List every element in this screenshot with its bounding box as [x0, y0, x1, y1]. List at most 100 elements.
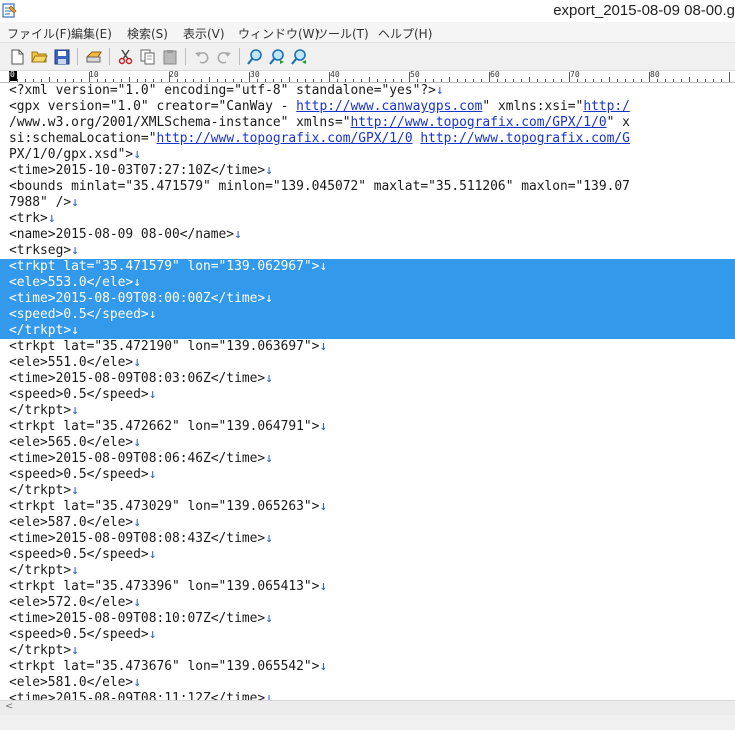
url-link[interactable]: http://www.topografix.com/GPX/1/0: [156, 131, 412, 146]
url-link[interactable]: http://www.topografix.com/GPX/1/0: [350, 115, 606, 130]
newline-marker-icon: ↓: [435, 83, 444, 98]
ruler-tick: [617, 79, 618, 82]
menu-tools[interactable]: ツール(T): [316, 25, 369, 42]
menu-window[interactable]: ウィンドウ(W): [238, 25, 319, 42]
ruler-tick: [601, 79, 602, 82]
ruler-tick: [633, 79, 634, 82]
paste-icon[interactable]: [160, 47, 179, 66]
menu-view[interactable]: 表示(V): [183, 25, 225, 42]
find-previous-icon[interactable]: [290, 47, 309, 66]
text-line[interactable]: <ele>565.0</ele>↓: [0, 435, 735, 451]
text-line[interactable]: <time>2015-08-09T08:03:06Z</time>↓: [0, 371, 735, 387]
text-line[interactable]: <trk>↓: [0, 211, 735, 227]
text-line[interactable]: <ele>551.0</ele>↓: [0, 355, 735, 371]
menu-help[interactable]: ヘルプ(H): [378, 25, 432, 42]
ruler-tick: [49, 77, 50, 82]
ruler-tick: [169, 72, 170, 82]
ruler-label: 80: [650, 70, 660, 79]
ruler-tick: [185, 79, 186, 82]
newline-marker-icon: ↓: [319, 659, 328, 674]
ruler-tick: [273, 79, 274, 82]
url-link[interactable]: http://www.topografix.com/G: [420, 131, 630, 146]
text-line[interactable]: /www.w3.org/2001/XMLSchema-instance" xml…: [0, 115, 735, 131]
ruler-tick: [65, 79, 66, 82]
menu-edit[interactable]: 編集(E): [71, 25, 112, 42]
line-text: </trkpt>: [9, 483, 72, 498]
menu-search[interactable]: 検索(S): [127, 25, 168, 42]
url-link[interactable]: http://www.canwaygps.com: [296, 99, 482, 114]
horizontal-scrollbar[interactable]: <: [0, 700, 735, 715]
open-folder-icon[interactable]: [30, 47, 49, 66]
save-icon[interactable]: [52, 47, 71, 66]
selected-text-line[interactable]: <trkpt lat="35.471579" lon="139.062967">…: [0, 259, 735, 275]
text-line[interactable]: 7988" />↓: [0, 195, 735, 211]
ruler-tick: [33, 79, 34, 82]
ruler-tick: [425, 79, 426, 82]
ruler-tick: [81, 79, 82, 82]
print-icon[interactable]: [84, 47, 103, 66]
text-line[interactable]: si:schemaLocation="http://www.topografix…: [0, 131, 735, 147]
line-text: </trkpt>: [9, 403, 72, 418]
scroll-left-icon[interactable]: <: [5, 701, 13, 712]
ruler-tick: [537, 79, 538, 82]
text-line[interactable]: <trkpt lat="35.472662" lon="139.064791">…: [0, 419, 735, 435]
text-line[interactable]: <time>2015-10-03T07:27:10Z</time>↓: [0, 163, 735, 179]
ruler-tick: [673, 79, 674, 82]
text-line[interactable]: <time>2015-08-09T08:06:46Z</time>↓: [0, 451, 735, 467]
text-line[interactable]: <gpx version="1.0" creator="CanWay - htt…: [0, 99, 735, 115]
redo-icon[interactable]: [214, 47, 233, 66]
text-line[interactable]: <speed>0.5</speed>↓: [0, 467, 735, 483]
text-line[interactable]: <ele>587.0</ele>↓: [0, 515, 735, 531]
newline-marker-icon: ↓: [265, 291, 273, 306]
undo-icon[interactable]: [192, 47, 211, 66]
find-icon[interactable]: [246, 47, 265, 66]
text-line[interactable]: <speed>0.5</speed>↓: [0, 547, 735, 563]
text-line[interactable]: <time>2015-08-09T08:08:43Z</time>↓: [0, 531, 735, 547]
url-link[interactable]: http:/: [583, 99, 630, 114]
text-line[interactable]: </trkpt>↓: [0, 563, 735, 579]
newline-marker-icon: ↓: [71, 483, 79, 498]
text-line[interactable]: </trkpt>↓: [0, 403, 735, 419]
text-line[interactable]: <bounds minlat="35.471579" minlon="139.0…: [0, 179, 735, 195]
selected-text-line[interactable]: <speed>0.5</speed>↓: [0, 307, 735, 323]
selected-text-line[interactable]: </trkpt>↓: [0, 323, 735, 339]
text-line[interactable]: <trkseg>↓: [0, 243, 735, 259]
text-line[interactable]: PX/1/0/gpx.xsd">↓: [0, 147, 735, 163]
text-line[interactable]: <?xml version="1.0" encoding="utf-8" sta…: [0, 83, 735, 99]
ruler-tick: [529, 77, 530, 82]
text-line[interactable]: <speed>0.5</speed>↓: [0, 387, 735, 403]
find-next-icon[interactable]: [268, 47, 287, 66]
text-line[interactable]: </trkpt>↓: [0, 643, 735, 659]
line-text: <bounds minlat="35.471579" minlon="139.0…: [9, 179, 630, 194]
text-line[interactable]: <ele>581.0</ele>↓: [0, 675, 735, 691]
ruler-tick: [489, 72, 490, 82]
text-line[interactable]: <trkpt lat="35.472190" lon="139.063697">…: [0, 339, 735, 355]
text-line[interactable]: <trkpt lat="35.473676" lon="139.065542">…: [0, 659, 735, 675]
text-line[interactable]: <time>2015-08-09T08:11:12Z</time>↓: [0, 691, 735, 700]
ruler-label: 10: [89, 70, 99, 79]
cut-icon[interactable]: [116, 47, 135, 66]
text-line[interactable]: <ele>572.0</ele>↓: [0, 595, 735, 611]
text-line[interactable]: </trkpt>↓: [0, 483, 735, 499]
ruler-tick: [417, 79, 418, 82]
new-file-icon[interactable]: [8, 47, 27, 66]
text-line[interactable]: <time>2015-08-09T08:10:07Z</time>↓: [0, 611, 735, 627]
text-editor-area[interactable]: <?xml version="1.0" encoding="utf-8" sta…: [0, 83, 735, 700]
menu-file[interactable]: ファイル(F): [7, 25, 71, 42]
ruler-tick: [337, 79, 338, 82]
title-bar: export_2015-08-09 08-00.g: [0, 0, 735, 22]
ruler-tick: [193, 79, 194, 82]
text-line[interactable]: <name>2015-08-09 08-00</name>↓: [0, 227, 735, 243]
selected-text-line[interactable]: <ele>553.0</ele>↓: [0, 275, 735, 291]
newline-marker-icon: ↓: [265, 691, 273, 700]
ruler-tick: [641, 79, 642, 82]
copy-icon[interactable]: [138, 47, 157, 66]
ruler-tick: [577, 79, 578, 82]
line-text: <?xml version="1.0" encoding="utf-8" sta…: [9, 83, 436, 98]
selected-text-line[interactable]: <time>2015-08-09T08:00:00Z</time>↓: [0, 291, 735, 307]
ruler-tick: [129, 77, 130, 82]
text-line[interactable]: <speed>0.5</speed>↓: [0, 627, 735, 643]
text-line[interactable]: <trkpt lat="35.473029" lon="139.065263">…: [0, 499, 735, 515]
ruler-tick: [505, 79, 506, 82]
text-line[interactable]: <trkpt lat="35.473396" lon="139.065413">…: [0, 579, 735, 595]
